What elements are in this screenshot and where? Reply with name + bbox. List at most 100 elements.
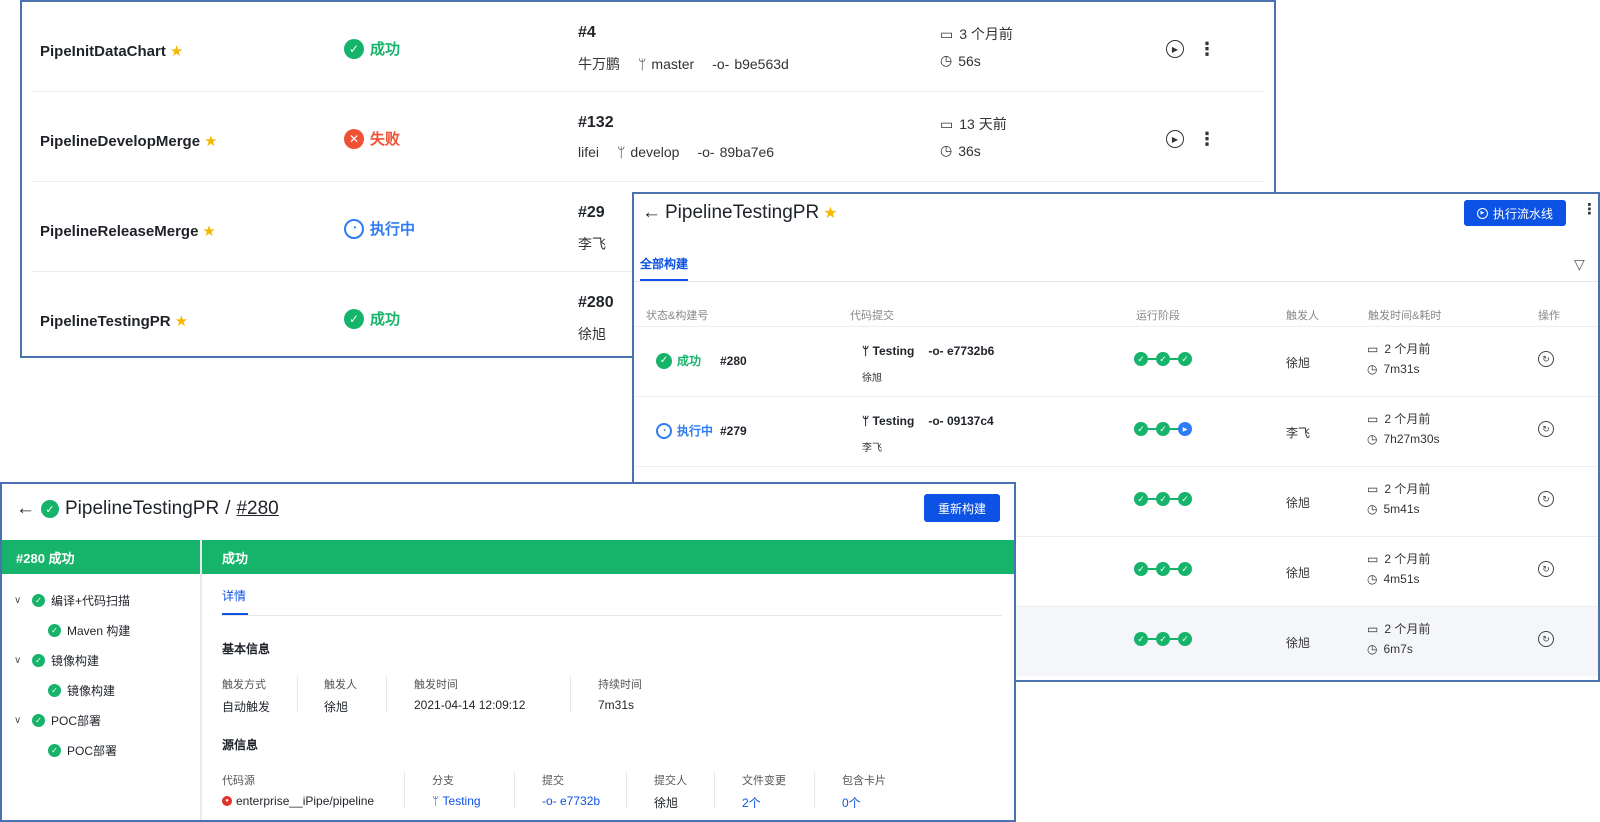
page-title: ← PipelineTestingPR ★ — [642, 202, 838, 224]
rerun-icon[interactable]: ↻ — [1538, 421, 1554, 437]
build-detail-panel: ← ✓ PipelineTestingPR / #280 重新构建 #280 成… — [0, 482, 1016, 822]
build-date: ▭ 13 天前 — [940, 115, 1007, 133]
branch-icon: ᛘ — [638, 56, 647, 72]
column-header: 状态&构建号 — [646, 310, 709, 322]
rerun-icon[interactable]: ↻ — [1538, 491, 1554, 507]
play-icon[interactable]: ▶ — [1166, 130, 1184, 148]
check-circle-icon: ✓ — [1134, 352, 1148, 366]
build-number[interactable]: #279 — [720, 424, 747, 438]
branch-icon: ᛘ — [862, 414, 873, 428]
stopwatch-icon: ◷ — [1367, 362, 1378, 376]
field-label: 分支 — [432, 775, 454, 787]
trigger-user: 李飞 — [1286, 426, 1311, 440]
pipeline-name[interactable]: PipelineDevelopMerge ★ — [40, 132, 218, 150]
star-icon[interactable]: ★ — [202, 223, 215, 240]
star-icon[interactable]: ★ — [170, 43, 183, 60]
commit-icon: -o- — [928, 414, 947, 428]
stage-progress: ✓ ✓ ▶ — [1134, 422, 1192, 436]
pipeline-row[interactable]: PipelineDevelopMerge ★ ✕ 失败 #132 lifei ᛘd… — [22, 92, 1274, 182]
commit-author: 李飞 — [862, 443, 882, 454]
tab-all-builds[interactable]: 全部构建 — [640, 255, 688, 272]
stage-group[interactable]: ∨ ✓ POC部署 — [14, 712, 101, 729]
rerun-icon[interactable]: ↻ — [1538, 351, 1554, 367]
rebuild-button[interactable]: 重新构建 — [924, 494, 1000, 522]
files-link[interactable]: 2个 — [742, 794, 761, 811]
check-circle-icon: ✓ — [1178, 492, 1192, 506]
stage-progress: ✓ ✓ ✓ — [1134, 632, 1192, 646]
repo-icon: ● — [222, 796, 232, 806]
stage-group[interactable]: ∨ ✓ 编译+代码扫描 — [14, 592, 130, 609]
check-circle-icon: ✓ — [1156, 352, 1170, 366]
build-number[interactable]: #280 — [720, 354, 747, 368]
calendar-icon: ▭ — [1367, 411, 1379, 426]
field-label: 文件变更 — [742, 775, 786, 787]
field-value[interactable]: ● enterprise__iPipe/pipeline — [222, 794, 374, 808]
more-icon[interactable]: ⋮ — [1582, 202, 1597, 217]
field-label: 触发人 — [324, 679, 357, 691]
back-arrow-icon[interactable]: ← — [642, 202, 661, 224]
trigger-user: 徐旭 — [1286, 566, 1311, 580]
build-date: ▭ 2 个月前 — [1367, 411, 1431, 427]
commit-author: 徐旭 — [862, 373, 882, 384]
chevron-down-icon[interactable]: ∨ — [14, 655, 26, 666]
star-icon[interactable]: ★ — [175, 313, 188, 330]
field-label: 触发时间 — [414, 679, 458, 691]
check-circle-icon: ✓ — [1178, 632, 1192, 646]
check-circle-icon: ✓ — [1134, 562, 1148, 576]
star-icon[interactable]: ★ — [204, 133, 217, 150]
build-duration: ◷ 4m51s — [1367, 572, 1420, 586]
stopwatch-icon: ◷ — [940, 52, 953, 68]
field-value: 徐旭 — [654, 796, 679, 810]
check-circle-icon: ✓ — [656, 352, 672, 369]
chevron-down-icon[interactable]: ∨ — [14, 595, 26, 606]
build-number[interactable]: #132 — [578, 114, 614, 132]
build-duration: ◷ 7h27m30s — [1367, 432, 1440, 446]
build-number[interactable]: #4 — [578, 24, 596, 42]
chevron-down-icon[interactable]: ∨ — [14, 715, 26, 726]
more-icon[interactable]: ⋮ — [1198, 40, 1216, 58]
check-circle-icon: ✓ — [1156, 492, 1170, 506]
build-date: ▭ 2 个月前 — [1367, 551, 1431, 567]
column-header: 代码提交 — [850, 310, 894, 322]
pipeline-name[interactable]: PipelineReleaseMerge ★ — [40, 222, 216, 240]
pipeline-row[interactable]: PipeInitDataChart ★ ✓ 成功 #4 牛万鹏 ᛘ master -… — [22, 2, 1274, 92]
commit-meta: 李飞 — [578, 236, 606, 252]
commit-link[interactable]: -o- e7732b — [542, 794, 600, 808]
field-label: 包含卡片 — [842, 775, 886, 787]
cards-link[interactable]: 0个 — [842, 794, 861, 811]
build-duration: ◷ 56s — [940, 52, 981, 69]
table-row[interactable]: ✓ 成功 #280 ᛘ Testing -o- e7732b6 徐旭 ✓ ✓ ✓… — [634, 326, 1598, 396]
column-header: 触发时间&耗时 — [1368, 310, 1442, 322]
play-icon[interactable]: ▶ — [1166, 40, 1184, 58]
stopwatch-icon: ◷ — [1367, 502, 1378, 516]
commit-icon: -o- — [697, 144, 715, 160]
pipeline-name[interactable]: PipeInitDataChart ★ — [40, 42, 183, 60]
rerun-icon[interactable]: ↻ — [1538, 561, 1554, 577]
more-icon[interactable]: ⋮ — [1198, 130, 1216, 148]
back-arrow-icon[interactable]: ← — [16, 498, 35, 520]
stage-job[interactable]: ✓ POC部署 — [48, 742, 117, 759]
running-icon: ◔ — [344, 218, 364, 239]
stage-job[interactable]: ✓ 镜像构建 — [48, 682, 115, 699]
build-number[interactable]: #29 — [578, 204, 605, 222]
table-row[interactable]: ◔ 执行中 #279 ᛘ Testing -o- 09137c4 李飞 ✓ ✓ … — [634, 396, 1598, 466]
field-value: 徐旭 — [324, 700, 349, 714]
build-date: ▭ 3 个月前 — [940, 25, 1013, 43]
star-icon[interactable]: ★ — [823, 203, 837, 223]
commit-icon: -o- — [712, 56, 730, 72]
trigger-user: 徐旭 — [1286, 496, 1311, 510]
branch-link[interactable]: ᛘ Testing — [432, 794, 481, 808]
commit-meta: 牛万鹏 ᛘ master -o-b9e563d — [578, 56, 789, 72]
field-label: 触发方式 — [222, 679, 266, 691]
tab-details[interactable]: 详情 — [222, 587, 246, 604]
stage-group[interactable]: ∨ ✓ 镜像构建 — [14, 652, 99, 669]
pipeline-name[interactable]: PipelineTestingPR ★ — [40, 312, 188, 330]
status-badge: ✓ 成功 — [344, 38, 400, 59]
run-pipeline-button[interactable]: ▶ 执行流水线 — [1464, 200, 1566, 226]
stage-status-bar: 成功 — [202, 540, 1014, 574]
build-link[interactable]: #280 — [236, 498, 278, 520]
stage-job[interactable]: ✓ Maven 构建 — [48, 622, 130, 639]
rerun-icon[interactable]: ↻ — [1538, 631, 1554, 647]
filter-icon[interactable]: ▽ — [1574, 256, 1585, 273]
build-number[interactable]: #280 — [578, 294, 614, 312]
